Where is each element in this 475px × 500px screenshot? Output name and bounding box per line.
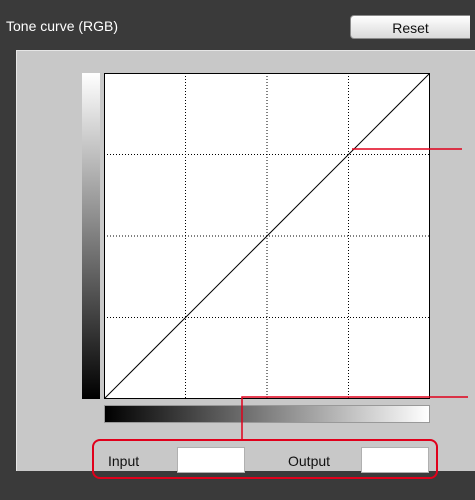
callout-lines xyxy=(241,148,468,440)
callout-line-io xyxy=(241,396,468,440)
tone-curve-panel: Tone curve (RGB) Reset Input Output xyxy=(0,0,475,500)
